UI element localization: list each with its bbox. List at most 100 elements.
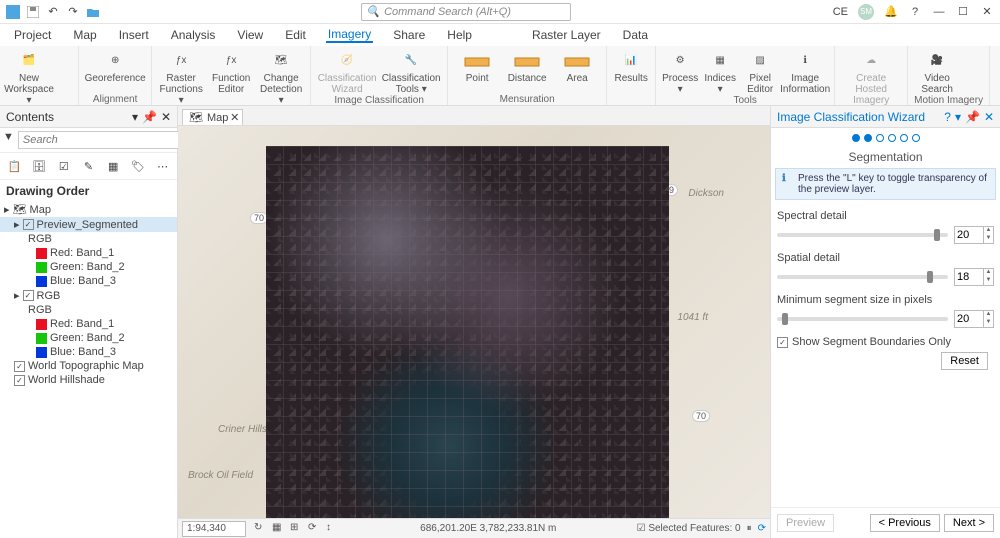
tree-preview-segmented[interactable]: ▸ ✓ Preview_Segmented [0, 217, 177, 232]
pixel-editor-button[interactable]: ▨Pixel Editor [742, 48, 778, 95]
save-icon[interactable] [26, 5, 40, 19]
search-placeholder: Command Search (Alt+Q) [384, 6, 511, 18]
list-by-drawing-icon[interactable]: 📋 [6, 157, 23, 175]
user-initials-left[interactable]: CE [833, 6, 848, 18]
classification-tools-button[interactable]: 🔧Classification Tools ▾ [381, 48, 441, 95]
maximize-icon[interactable]: ☐ [956, 5, 970, 19]
menu-view[interactable]: View [235, 28, 265, 42]
function-editor-button[interactable]: ƒxFunction Editor [208, 48, 254, 106]
contents-pin-icon[interactable]: 📌 [142, 110, 157, 124]
menu-data[interactable]: Data [621, 28, 650, 42]
spatial-spinner[interactable]: ▲▼ [954, 268, 994, 286]
search-icon: 🔍 [366, 5, 380, 18]
reset-button[interactable]: Reset [941, 352, 988, 370]
georeference-button[interactable]: ⊕Georeference [85, 48, 145, 84]
title-bar: ↶ ↷ 🔍 Command Search (Alt+Q) CE SM 🔔 ? —… [0, 0, 1000, 24]
menu-imagery[interactable]: Imagery [326, 27, 373, 43]
list-by-editing-icon[interactable]: ✎ [80, 157, 97, 175]
close-icon[interactable]: ✕ [980, 5, 994, 19]
tree-topo[interactable]: ✓ World Topographic Map [0, 359, 177, 373]
menu-share[interactable]: Share [391, 28, 427, 42]
refresh-icon[interactable]: ⟳ [758, 523, 766, 534]
tree-map[interactable]: ▸ 🗺 Map [0, 202, 177, 217]
step-2[interactable] [864, 134, 872, 142]
change-detection-button[interactable]: 🗺Change Detection ▾ [258, 48, 304, 106]
menu-raster-layer[interactable]: Raster Layer [530, 28, 603, 42]
grid-icon[interactable]: ▦ [272, 522, 286, 536]
contents-close-icon[interactable]: ✕ [161, 110, 171, 124]
menu-help[interactable]: Help [445, 28, 474, 42]
redo-icon[interactable]: ↷ [66, 5, 80, 19]
more-icon[interactable]: ⋯ [154, 157, 171, 175]
help-icon[interactable]: ? [908, 5, 922, 19]
minimize-icon[interactable]: — [932, 5, 946, 19]
tree-rgb-layer[interactable]: ▸ ✓ RGB [0, 288, 177, 303]
point-label: Point [466, 73, 489, 84]
previous-button[interactable]: < Previous [870, 514, 940, 532]
step-6[interactable] [912, 134, 920, 142]
snap-icon[interactable]: ⊞ [290, 522, 304, 536]
step-1[interactable] [852, 134, 860, 142]
menu-map[interactable]: Map [71, 28, 98, 42]
undo-icon[interactable]: ↶ [46, 5, 60, 19]
tree-band-green2: Green: Band_2 [0, 331, 177, 345]
minseg-spinner[interactable]: ▲▼ [954, 310, 994, 328]
map-canvas[interactable]: Dickson 1041 ft Criner Hills Brock Oil F… [178, 126, 770, 518]
tree-hillshade[interactable]: ✓ World Hillshade [0, 373, 177, 387]
boundaries-checkbox[interactable]: ✓ [777, 337, 788, 348]
new-workspace-button[interactable]: 🗂️New Workspace ▾ [6, 48, 52, 106]
new-workspace-label: New Workspace ▾ [4, 73, 54, 106]
spectral-spinner[interactable]: ▲▼ [954, 226, 994, 244]
dynamic-icon[interactable]: ⟳ [308, 522, 322, 536]
tree-rgb2-label[interactable]: RGB [0, 303, 177, 317]
list-by-snapping-icon[interactable]: ▦ [105, 157, 122, 175]
tab-close-icon[interactable]: ✕ [230, 111, 239, 124]
wizard-help-icon[interactable]: ? [944, 110, 951, 124]
rotate-icon[interactable]: ↻ [254, 522, 268, 536]
indices-button[interactable]: ▦Indices ▾ [702, 48, 738, 95]
contents-search-input[interactable] [18, 131, 181, 149]
point-button[interactable]: Point [454, 48, 500, 84]
list-by-selection-icon[interactable]: ☑ [55, 157, 72, 175]
minseg-slider[interactable] [777, 317, 948, 321]
step-4[interactable] [888, 134, 896, 142]
label-criner: Criner Hills [218, 424, 267, 435]
list-by-source-icon[interactable]: 🗄 [31, 157, 48, 175]
menu-analysis[interactable]: Analysis [169, 28, 218, 42]
menu-project[interactable]: Project [12, 28, 53, 42]
video-search-button[interactable]: 🎥Video Search [914, 48, 960, 95]
map-view: 🗺 Map ✕ Dickson 1041 ft Criner Hills Bro… [178, 106, 770, 538]
bell-icon[interactable]: 🔔 [884, 5, 898, 19]
image-information-button[interactable]: ℹImage Information [782, 48, 828, 95]
hwy-70b: 70 [692, 410, 710, 422]
avatar[interactable]: SM [858, 4, 874, 20]
pause-icon[interactable]: ⏸ [747, 523, 752, 534]
filter-icon[interactable]: ▼ [3, 131, 14, 149]
next-button[interactable]: Next > [944, 514, 994, 532]
wizard-title: Image Classification Wizard [777, 110, 925, 124]
contents-menu-icon[interactable]: ▾ [132, 110, 138, 124]
tree-rgb1[interactable]: RGB [0, 232, 177, 246]
spatial-slider[interactable] [777, 275, 948, 279]
video-search-label: Video Search [914, 73, 960, 95]
list-by-labeling-icon[interactable]: 🏷 [130, 157, 147, 175]
command-search[interactable]: 🔍 Command Search (Alt+Q) [361, 3, 571, 21]
create-hosted-button: ☁Create Hosted Imagery [841, 48, 901, 106]
raster-functions-button[interactable]: ƒxRaster Functions ▾ [158, 48, 204, 106]
area-button[interactable]: Area [554, 48, 600, 84]
menu-edit[interactable]: Edit [283, 28, 308, 42]
menu-insert[interactable]: Insert [117, 28, 151, 42]
wizard-close-icon[interactable]: ✕ [984, 110, 994, 124]
step-3[interactable] [876, 134, 884, 142]
map-tab[interactable]: 🗺 Map ✕ [182, 109, 243, 125]
process-button[interactable]: ⚙Process ▾ [662, 48, 698, 95]
scale-combo[interactable]: 1:94,340 [182, 521, 246, 537]
results-button[interactable]: 📊Results [613, 48, 649, 84]
wizard-pin-icon[interactable]: 📌 [965, 110, 980, 124]
spectral-slider[interactable] [777, 233, 948, 237]
wizard-menu-icon[interactable]: ▾ [955, 110, 961, 124]
constraint-icon[interactable]: ↕ [326, 522, 340, 536]
distance-button[interactable]: Distance [504, 48, 550, 84]
folder-icon[interactable] [86, 5, 100, 19]
step-5[interactable] [900, 134, 908, 142]
